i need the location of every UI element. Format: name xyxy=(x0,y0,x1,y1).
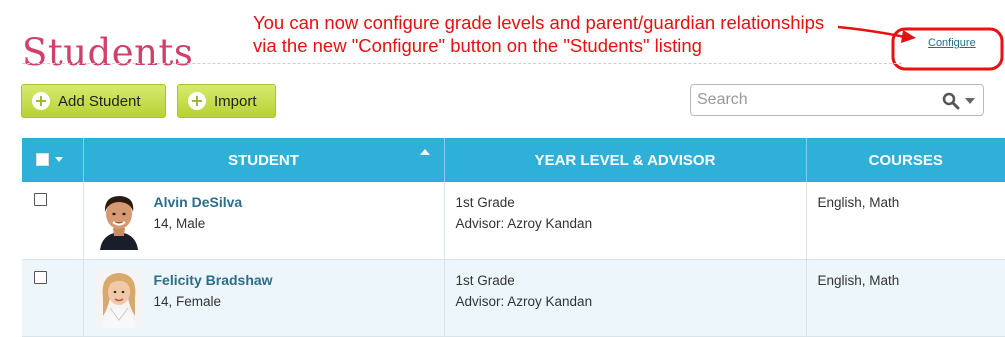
avatar xyxy=(93,267,144,328)
courses-header-label: COURSES xyxy=(868,151,943,169)
courses-list: English, Math xyxy=(817,195,900,210)
column-header-year-level[interactable]: YEAR LEVEL & ADVISOR xyxy=(444,138,807,182)
advisor-name: Advisor: Azroy Kandan xyxy=(455,216,593,231)
student-name-link[interactable]: Felicity Bradshaw xyxy=(154,272,273,288)
select-all-header[interactable] xyxy=(22,138,84,182)
table-row: Felicity Bradshaw 14, Female 1st Grade A… xyxy=(22,259,1005,337)
student-cell: Alvin DeSilva 14, Male xyxy=(83,182,445,260)
annotation-line-1: You can now configure grade levels and p… xyxy=(253,12,825,33)
chevron-down-icon[interactable] xyxy=(55,157,63,162)
avatar xyxy=(93,190,144,250)
student-cell: Felicity Bradshaw 14, Female xyxy=(83,259,445,337)
year-level-cell: 1st Grade Advisor: Azroy Kandan xyxy=(444,259,807,337)
import-label: Import xyxy=(214,92,257,110)
courses-cell: English, Math xyxy=(806,182,1005,260)
courses-cell: English, Math xyxy=(806,259,1005,337)
courses-list: English, Math xyxy=(817,272,900,288)
column-header-student[interactable]: STUDENT xyxy=(83,138,445,182)
student-age-gender: 14, Female xyxy=(153,293,222,309)
year-level-cell: 1st Grade Advisor: Azroy Kandan xyxy=(444,182,807,260)
plus-circle-icon: + xyxy=(32,92,50,110)
page-title: Students xyxy=(22,30,194,74)
add-student-button[interactable]: + Add Student xyxy=(21,84,166,118)
student-name-link[interactable]: Alvin DeSilva xyxy=(154,194,243,210)
select-all-checkbox[interactable] xyxy=(36,153,49,166)
configure-link[interactable]: Configure xyxy=(928,37,976,49)
row-select-cell xyxy=(22,182,84,260)
table-header-row: STUDENT YEAR LEVEL & ADVISOR COURSES xyxy=(22,138,1005,182)
header-divider xyxy=(22,63,902,64)
chevron-down-icon[interactable] xyxy=(965,98,975,104)
add-student-label: Add Student xyxy=(58,92,141,110)
annotation-line-2: via the new "Configure" button on the "S… xyxy=(253,35,702,56)
grade-level: 1st Grade xyxy=(455,272,515,288)
import-button[interactable]: + Import xyxy=(177,84,276,118)
row-checkbox[interactable] xyxy=(34,193,47,206)
search-box[interactable] xyxy=(690,84,984,116)
configure-annotation: You can now configure grade levels and p… xyxy=(253,11,824,57)
students-table: STUDENT YEAR LEVEL & ADVISOR COURSES Alv… xyxy=(22,138,1005,337)
column-header-courses[interactable]: COURSES xyxy=(806,138,1005,182)
row-checkbox[interactable] xyxy=(34,270,47,284)
search-input[interactable] xyxy=(697,90,927,110)
year-level-header-label: YEAR LEVEL & ADVISOR xyxy=(534,151,716,169)
sort-ascending-icon[interactable] xyxy=(419,149,430,155)
table-row: Alvin DeSilva 14, Male 1st Grade Advisor… xyxy=(22,182,1005,260)
advisor-name: Advisor: Azroy Kandan xyxy=(455,293,593,309)
grade-level: 1st Grade xyxy=(455,195,515,210)
student-header-label: STUDENT xyxy=(228,151,299,169)
student-age-gender: 14, Male xyxy=(153,216,206,231)
plus-circle-icon: + xyxy=(188,92,206,110)
search-icon[interactable] xyxy=(942,92,960,110)
row-select-cell xyxy=(22,259,84,337)
